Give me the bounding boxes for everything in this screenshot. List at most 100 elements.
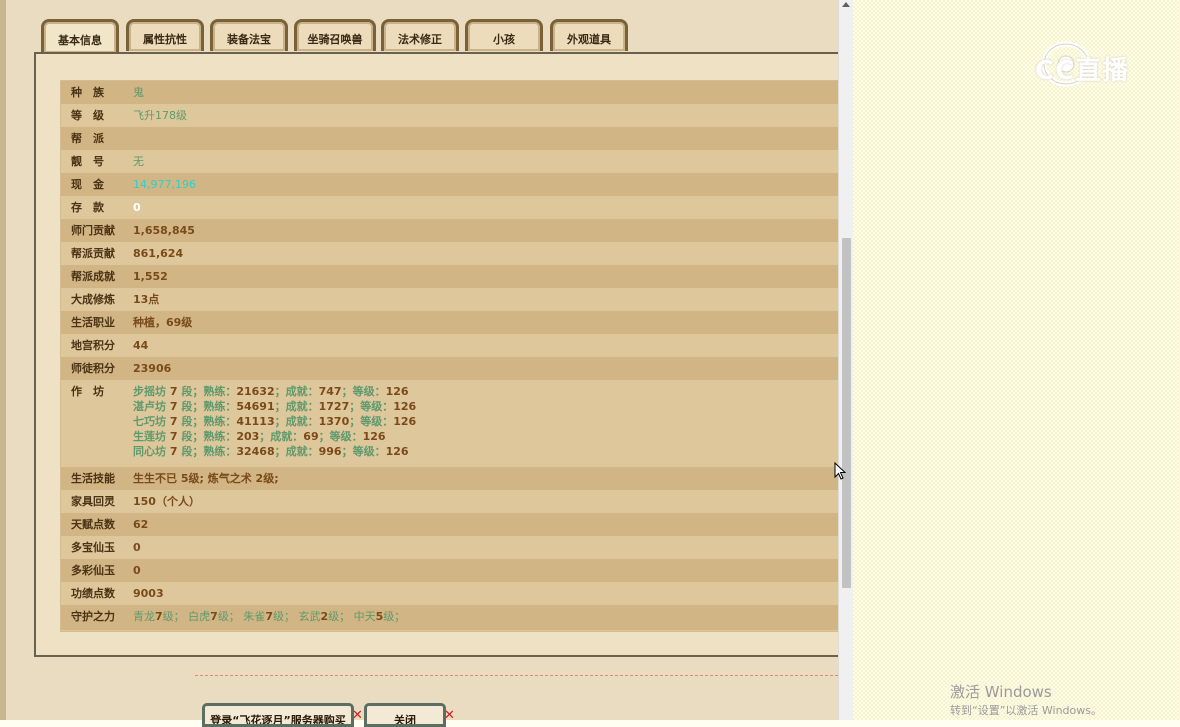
row-duocai-jade: 多彩仙玉 0: [61, 559, 839, 582]
row-label: 帮派成就: [71, 270, 115, 283]
row-label: 存 款: [71, 201, 104, 214]
workshop-name: 七巧坊: [133, 415, 166, 428]
workshop-skill-label: 段；熟练：: [181, 385, 237, 398]
row-deposit: 存 款 0: [61, 196, 839, 219]
tab-label: 基本信息: [58, 33, 102, 47]
tab-label: 装备法宝: [227, 32, 271, 46]
close-button[interactable]: 关闭: [364, 703, 446, 727]
workshop-achieve-label: ；成就：: [274, 445, 319, 458]
row-value: 1,552: [133, 270, 168, 283]
workshop-skill: 21632: [236, 385, 275, 398]
workshop-level-label: ；等级：: [318, 430, 363, 443]
workshop-skill-label: 段；熟练：: [181, 400, 237, 413]
row-label: 师徒积分: [71, 362, 115, 375]
workshop-segment: 7: [166, 385, 182, 398]
row-workshop: 作 坊 步摇坊 7 段；熟练：21632；成就：747；等级：126 湛卢坊 7 …: [61, 380, 839, 467]
tab-equipment[interactable]: 装备法宝: [210, 19, 288, 51]
close-icon[interactable]: ✕: [352, 708, 363, 723]
row-value: 种植，69级: [133, 316, 193, 329]
tab-appearance-items[interactable]: 外观道具: [550, 19, 628, 51]
row-level: 等 级 飞升178级: [61, 104, 839, 127]
tab-attributes[interactable]: 属性抗性: [126, 19, 204, 51]
row-value: 0: [133, 201, 141, 214]
login-server-purchase-button[interactable]: 登录“飞花逐月”服务器购买: [202, 703, 354, 727]
workshop-segment: 7: [166, 415, 182, 428]
workshop-segment: 7: [166, 400, 182, 413]
row-label: 种 族: [71, 86, 104, 99]
workshop-achieve: 1370: [318, 415, 350, 428]
row-label: 多宝仙玉: [71, 541, 115, 554]
scroll-thumb[interactable]: [842, 238, 851, 588]
workshop-level-label: ；等级：: [349, 415, 394, 428]
background-area: [853, 0, 1180, 720]
guardian-name: 中天: [353, 610, 376, 623]
row-value: 62: [133, 518, 149, 531]
guardian-name: 白虎: [188, 610, 211, 623]
row-talent-points: 天赋点数 62: [61, 513, 839, 536]
vertical-scrollbar[interactable]: [838, 0, 854, 720]
row-guardian-power: 守护之力 青龙7级； 白虎7级； 朱雀7级； 玄武2级； 中天5级；: [61, 605, 839, 630]
workshop-skill: 203: [236, 430, 260, 443]
workshop-achieve-label: ；成就：: [274, 400, 319, 413]
row-value: 13点: [133, 293, 160, 306]
workshop-achieve-label: ；成就：: [274, 385, 319, 398]
guardian-level: 2: [320, 610, 329, 623]
row-label: 作 坊: [71, 385, 104, 398]
row-value: 无: [133, 155, 144, 168]
row-label: 家具回灵: [71, 495, 115, 508]
workshop-name: 生莲坊: [133, 430, 166, 443]
row-label: 多彩仙玉: [71, 564, 115, 577]
tab-label: 小孩: [493, 32, 515, 46]
row-mentor-points: 师徒积分 23906: [61, 357, 839, 380]
guardian-name: 朱雀: [243, 610, 266, 623]
workshop-skill-label: 段；熟练：: [181, 415, 237, 428]
tab-child[interactable]: 小孩: [465, 19, 543, 51]
left-edge: [0, 0, 6, 720]
row-race: 种 族 鬼: [61, 81, 839, 104]
workshop-skill: 32468: [236, 445, 275, 458]
workshop-name: 步摇坊: [133, 385, 166, 398]
workshop-achieve: 1727: [318, 400, 350, 413]
row-vanity-id: 靓 号 无: [61, 150, 839, 173]
workshop-level: 126: [393, 400, 417, 413]
activate-windows-title: 激活 Windows: [950, 683, 1052, 701]
row-value: 0: [133, 564, 141, 577]
row-label: 守护之力: [71, 610, 115, 623]
scroll-up-arrow-icon[interactable]: [842, 2, 850, 7]
workshop-skill-label: 段；熟练：: [181, 445, 237, 458]
row-sect-contribution: 师门贡献 1,658,845: [61, 219, 839, 242]
row-value: 150（个人）: [133, 495, 200, 508]
row-label: 帮 派: [71, 132, 104, 145]
workshop-lines: 步摇坊 7 段；熟练：21632；成就：747；等级：126 湛卢坊 7 段；熟练…: [133, 380, 416, 459]
row-life-skills: 生活技能 生生不已 5级; 炼气之术 2级;: [61, 467, 839, 490]
workshop-name: 湛卢坊: [133, 400, 166, 413]
row-value: 生生不已 5级; 炼气之术 2级;: [133, 472, 279, 485]
row-value: 0: [133, 541, 141, 554]
row-label: 地宫积分: [71, 339, 115, 352]
tab-label: 坐骑召唤兽: [307, 32, 363, 46]
watermark-brand: CC直播: [1035, 56, 1130, 86]
guardian-values: 青龙7级； 白虎7级； 朱雀7级； 玄武2级； 中天5级；: [133, 605, 405, 628]
row-label: 师门贡献: [71, 224, 115, 237]
guardian-unit: 级；: [272, 610, 299, 623]
row-label: 生活职业: [71, 316, 115, 329]
row-label: 生活技能: [71, 472, 115, 485]
activate-windows-subtitle: 转到“设置”以激活 Windows。: [950, 704, 1102, 717]
tab-mounts-summons[interactable]: 坐骑召唤兽: [294, 19, 376, 51]
workshop-level: 126: [385, 445, 409, 458]
tab-spell-correction[interactable]: 法术修正: [381, 19, 459, 51]
workshop-level-label: ；等级：: [349, 400, 394, 413]
tab-basic-info[interactable]: 基本信息: [41, 19, 119, 53]
workshop-level-label: ；等级：: [341, 385, 386, 398]
workshop-level-label: ；等级：: [341, 445, 386, 458]
row-label: 天赋点数: [71, 518, 115, 531]
guardian-name: 玄武: [298, 610, 321, 623]
guardian-level: 7: [210, 610, 218, 623]
workshop-skill: 54691: [236, 400, 275, 413]
row-furniture-spirit: 家具回灵 150（个人）: [61, 490, 839, 513]
row-guild-achievement: 帮派成就 1,552: [61, 265, 839, 288]
workshop-level: 126: [385, 385, 409, 398]
guardian-unit: 级；: [383, 610, 406, 623]
workshop-achieve: 747: [318, 385, 342, 398]
close-icon[interactable]: ✕: [444, 708, 455, 723]
